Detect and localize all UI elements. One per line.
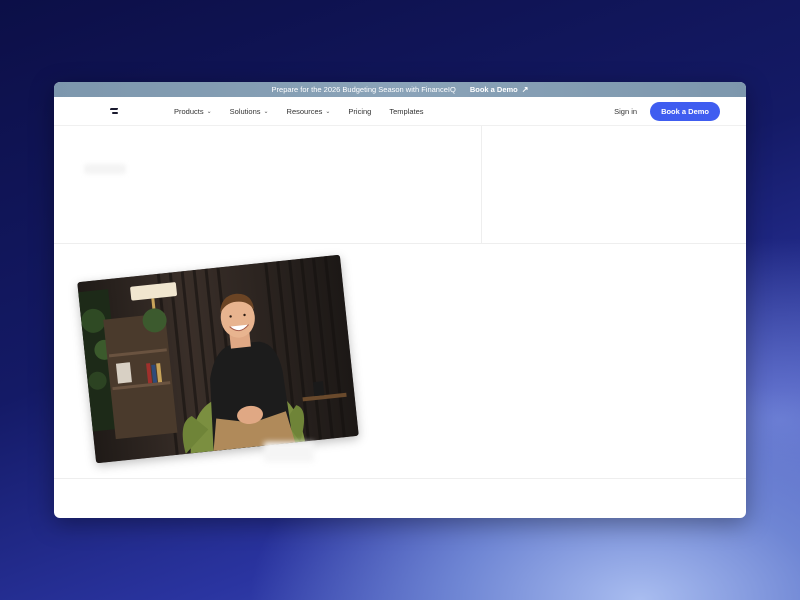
nav-item-label: Resources [286,106,323,116]
nav-item-solutions[interactable]: Solutions ⌄ [230,107,269,116]
nav-menu: Products ⌄ Solutions ⌄ Resources ⌄ Prici… [174,107,424,116]
nav-item-pricing[interactable]: Pricing [348,107,371,116]
nav-item-templates[interactable]: Templates [389,107,423,116]
browser-window: Prepare for the 2026 Budgeting Season wi… [54,82,746,518]
video-section [54,244,746,479]
announcement-link-label: Book a Demo [469,85,518,94]
chevron-down-icon: ⌄ [263,108,269,115]
announcement-bar: Prepare for the 2026 Budgeting Season wi… [54,82,746,97]
hero-placeholder [84,164,126,174]
nav-item-resources[interactable]: Resources ⌄ [287,107,331,116]
hero-right-panel [482,126,746,243]
hero-left-panel [54,126,482,243]
chevron-down-icon: ⌄ [325,108,331,115]
nav-item-label: Templates [389,106,424,116]
nav-item-label: Solutions [229,106,261,116]
nav-item-products[interactable]: Products ⌄ [174,107,212,116]
arrow-up-right-icon: ↗ [521,85,529,94]
nav-item-label: Pricing [348,106,372,116]
nav-item-label: Products [174,106,204,116]
hero-section [54,126,746,244]
brand-logo[interactable] [110,107,120,115]
video-thumbnail[interactable] [77,254,359,464]
top-nav: Products ⌄ Solutions ⌄ Resources ⌄ Prici… [54,97,746,126]
chevron-down-icon: ⌄ [206,108,212,115]
thumbnail-shadow [264,442,314,462]
announcement-text: Prepare for the 2026 Budgeting Season wi… [271,85,456,94]
book-demo-button[interactable]: Book a Demo [650,101,720,121]
sign-in-link[interactable]: Sign in [614,107,637,116]
announcement-demo-link[interactable]: Book a Demo ↗ [470,85,529,94]
person-seated-video [77,254,359,464]
